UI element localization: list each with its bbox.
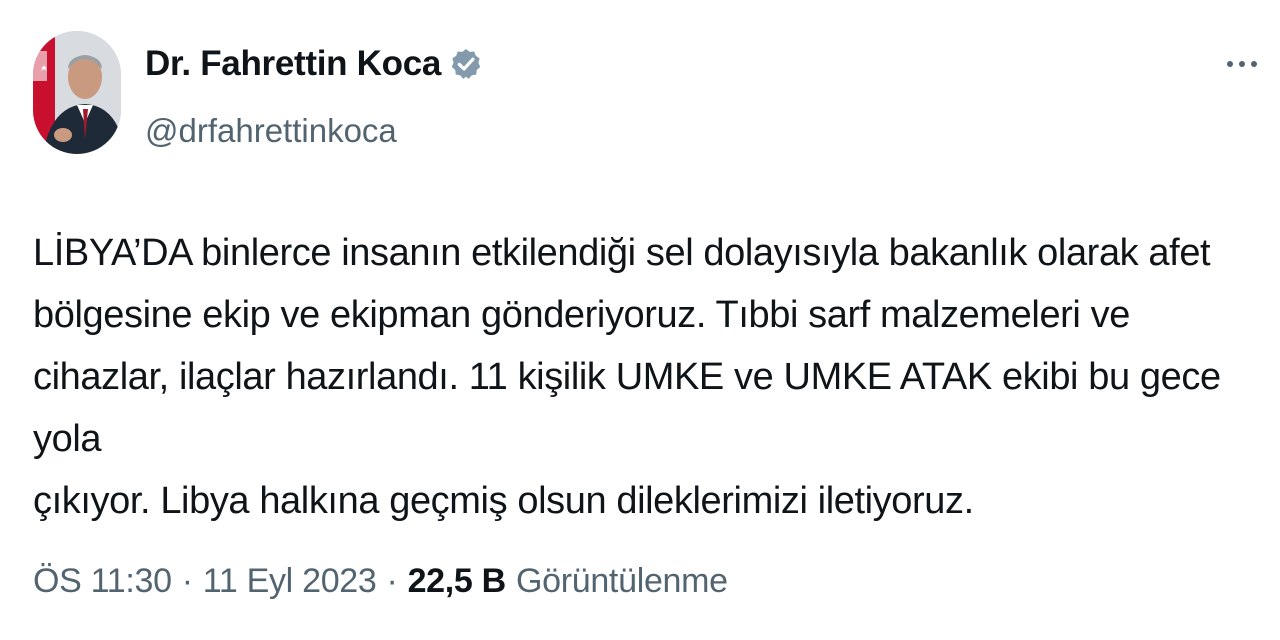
meta-separator: · [386,562,398,600]
meta-separator: · [181,562,193,600]
views-label: Görüntülenme [515,562,728,600]
tweet-card: Dr. Fahrettin Koca @drfahrettinkoca LİBY… [0,0,1280,640]
author-display-name[interactable]: Dr. Fahrettin Koca [145,44,483,84]
tweet-text: LİBYA’DA binlerce insanın etkilendiği se… [33,232,1221,522]
author-name-text: Dr. Fahrettin Koca [145,44,442,83]
tweet-date[interactable]: 11 Eyl 2023 [203,562,377,601]
tweet-time[interactable]: ÖS 11:30 [33,562,172,601]
avatar[interactable] [33,31,121,154]
author-handle[interactable]: @drfahrettinkoca [145,112,397,150]
views-count: 22,5 B [407,562,507,600]
tweet-meta: ÖS 11:30 · 11 Eyl 2023 · 22,5 B Görüntül… [33,562,728,601]
more-horizontal-icon[interactable] [1222,48,1262,78]
verified-badge-icon[interactable] [449,47,483,81]
